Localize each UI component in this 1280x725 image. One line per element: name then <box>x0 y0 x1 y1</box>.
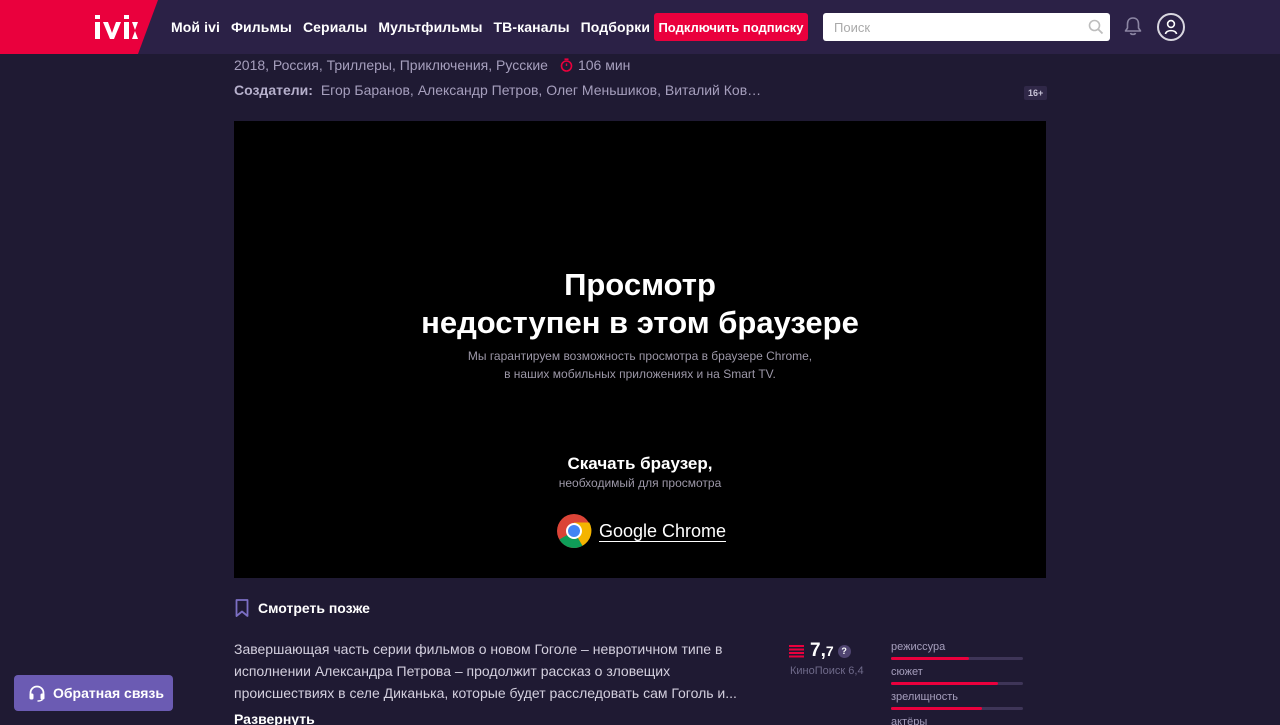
criteria-label: режиссура <box>891 641 946 653</box>
creators: Создатели: Егор Баранов, Александр Петро… <box>234 82 761 98</box>
unavailable-description: Мы гарантируем возможность просмотра в б… <box>467 349 813 381</box>
criteria-fill <box>891 657 969 660</box>
nav-series[interactable]: Сериалы <box>303 19 367 35</box>
user-icon <box>1164 19 1178 35</box>
nav-my-ivi[interactable]: Мой ivi <box>171 19 220 35</box>
search-input[interactable] <box>823 13 1073 41</box>
rating-criteria: режиссура сюжет зрелищность актёры <box>891 640 1023 725</box>
criteria-spectacle: зрелищность <box>891 690 1023 715</box>
header: Мой ivi Фильмы Сериалы Мультфильмы ТВ-ка… <box>0 0 1280 54</box>
duration-text: 106 мин <box>577 57 631 73</box>
criteria-track <box>891 682 1023 685</box>
rating-help-icon[interactable]: ? <box>837 644 851 658</box>
feedback-label: Обратная связь <box>53 685 164 701</box>
ivi-rating-decimal: 7 <box>825 643 834 659</box>
expand-link[interactable]: Развернуть <box>234 711 315 725</box>
nav-cartoons[interactable]: Мультфильмы <box>378 19 482 35</box>
download-title: Скачать браузер, <box>567 454 713 473</box>
nav-films[interactable]: Фильмы <box>231 19 292 35</box>
rating-bars-icon <box>789 644 804 657</box>
age-rating-badge: 16+ <box>1024 86 1048 100</box>
ivi-logo-icon <box>95 15 138 39</box>
download-subtitle: необходимый для просмотра <box>558 476 722 490</box>
criteria-label: актёры <box>891 716 928 725</box>
kinopoisk-rating: КиноПоиск 6,4 <box>790 665 864 677</box>
movie-meta-text: 2018, Россия, Триллеры, Приключения, Рус… <box>234 57 548 73</box>
main-nav: Мой ivi Фильмы Сериалы Мультфильмы ТВ-ка… <box>171 0 650 54</box>
stopwatch-icon <box>560 58 573 72</box>
criteria-plot: сюжет <box>891 665 1023 690</box>
criteria-fill <box>891 707 983 710</box>
criteria-label: зрелищность <box>891 691 958 703</box>
search-box <box>823 13 1110 41</box>
criteria-track <box>891 657 1023 660</box>
synopsis: Завершающая часть серии фильмов о новом … <box>234 641 737 701</box>
chrome-link-label: Google Chrome <box>599 520 727 542</box>
criteria-track <box>891 707 1023 710</box>
criteria-label: сюжет <box>891 666 923 678</box>
feedback-button[interactable]: Обратная связь <box>14 675 173 711</box>
ivi-logo[interactable] <box>0 0 158 54</box>
criteria-actors: актёры <box>891 715 1023 725</box>
watch-later-button[interactable]: Смотреть позже <box>234 599 370 617</box>
nav-collections[interactable]: Подборки <box>581 19 650 35</box>
watch-later-label: Смотреть позже <box>258 600 370 616</box>
ivi-rating-main: 7, <box>810 640 826 661</box>
creators-list[interactable]: Егор Баранов, Александр Петров, Олег Мен… <box>321 82 761 98</box>
duration: 106 мин <box>560 57 630 73</box>
headset-icon <box>29 685 45 702</box>
criteria-fill <box>891 682 998 685</box>
bell-icon[interactable] <box>1123 16 1143 37</box>
unavailable-title: Просмотр недоступен в этом браузере <box>421 267 859 340</box>
video-player: Просмотр недоступен в этом браузере Мы г… <box>234 121 1046 578</box>
google-chrome-link[interactable]: Google Chrome <box>556 513 727 549</box>
chrome-icon <box>557 514 592 548</box>
subscribe-button[interactable]: Подключить подписку <box>654 13 808 41</box>
bookmark-icon <box>235 599 249 617</box>
search-icon[interactable] <box>1088 19 1104 35</box>
criteria-directing: режиссура <box>891 640 1023 665</box>
movie-meta: 2018, Россия, Триллеры, Приключения, Рус… <box>234 57 630 73</box>
ivi-rating: 7,7 <box>810 640 834 662</box>
creators-label: Создатели: <box>234 82 313 98</box>
nav-tv-channels[interactable]: ТВ-каналы <box>494 19 570 35</box>
rating-block: 7,7 ? <box>789 640 851 662</box>
profile-avatar[interactable] <box>1157 13 1185 41</box>
